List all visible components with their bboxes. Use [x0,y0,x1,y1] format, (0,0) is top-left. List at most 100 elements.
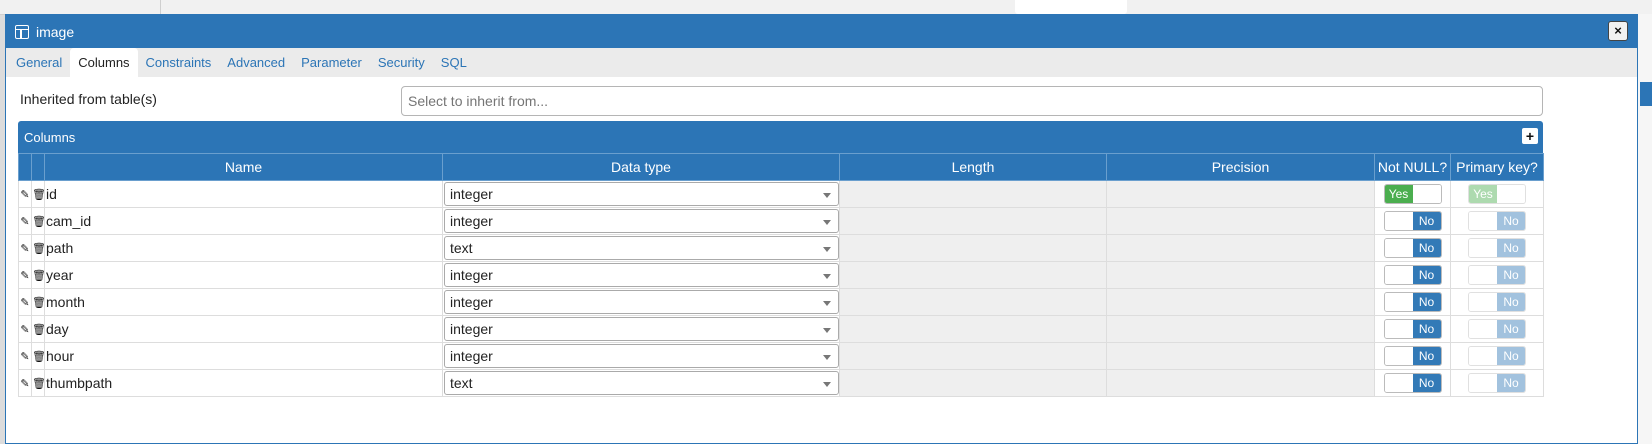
primary-key-toggle[interactable]: No [1468,292,1526,312]
not-null-toggle[interactable]: No [1383,319,1442,339]
length-cell[interactable] [839,207,1107,235]
background-divider [160,0,161,14]
data-type-select[interactable]: text [444,236,839,260]
edit-row-icon[interactable]: ✎ [18,234,32,262]
data-type-select[interactable]: text [444,371,839,395]
inherit-select-input[interactable] [401,86,1543,116]
edit-row-icon[interactable]: ✎ [18,369,32,397]
tab-sql[interactable]: SQL [433,48,475,77]
delete-row-icon[interactable]: 🗑 [31,288,46,316]
length-cell[interactable] [839,234,1107,262]
edit-row-icon[interactable]: ✎ [18,261,32,289]
tab-constraints[interactable]: Constraints [138,48,220,77]
delete-row-icon[interactable]: 🗑 [31,234,46,262]
primary-key-cell: No [1450,207,1544,235]
primary-key-toggle[interactable]: No [1468,211,1526,231]
length-cell[interactable] [839,369,1107,397]
precision-cell[interactable] [1106,180,1375,208]
length-cell[interactable] [839,315,1107,343]
column-name-cell[interactable]: id [44,180,443,208]
data-type-select[interactable]: integer [444,344,839,368]
primary-key-toggle[interactable]: No [1468,265,1526,285]
data-type-value: integer [450,213,493,229]
not-null-toggle[interactable]: No [1383,373,1442,393]
not-null-toggle[interactable]: No [1383,211,1442,231]
column-name-cell[interactable]: cam_id [44,207,443,235]
primary-key-toggle[interactable]: No [1468,319,1526,339]
length-cell[interactable] [839,261,1107,289]
not-null-toggle[interactable]: No [1383,238,1442,258]
edit-row-icon[interactable]: ✎ [18,180,32,208]
column-name-cell[interactable]: path [44,234,443,262]
column-name-cell[interactable]: thumbpath [44,369,443,397]
precision-cell[interactable] [1106,207,1375,235]
column-name-cell[interactable]: year [44,261,443,289]
precision-cell[interactable] [1106,369,1375,397]
precision-cell[interactable] [1106,234,1375,262]
primary-key-toggle[interactable]: No [1468,238,1526,258]
primary-key-cell: No [1450,288,1544,316]
delete-column-header [31,153,45,181]
primary-key-header[interactable]: Primary key? [1450,153,1544,181]
tab-columns[interactable]: Columns [70,48,138,77]
add-column-button[interactable]: + [1522,128,1538,144]
not-null-cell: No [1374,315,1451,343]
name-header[interactable]: Name [44,153,443,181]
data-type-select[interactable]: integer [444,290,839,314]
tab-security[interactable]: Security [370,48,433,77]
column-name-cell[interactable]: day [44,315,443,343]
delete-row-icon[interactable]: 🗑 [31,315,46,343]
primary-key-toggle[interactable]: No [1468,373,1526,393]
length-cell[interactable] [839,288,1107,316]
not-null-cell: No [1374,369,1451,397]
delete-row-icon[interactable]: 🗑 [31,342,46,370]
dialog-titlebar[interactable]: image × [6,15,1637,48]
toggle-no-label: No [1497,239,1525,257]
chevron-down-icon [823,274,831,279]
length-header[interactable]: Length [839,153,1107,181]
not-null-toggle[interactable]: No [1383,265,1442,285]
tab-general[interactable]: General [8,48,70,77]
delete-row-icon[interactable]: 🗑 [31,207,46,235]
primary-key-toggle[interactable]: Yes [1468,184,1526,204]
not-null-toggle[interactable]: No [1383,292,1442,312]
column-name-cell[interactable]: hour [44,342,443,370]
columns-grid: Columns + Name Data type Length Precisio… [18,121,1544,397]
primary-key-toggle[interactable]: No [1468,346,1526,366]
chevron-down-icon [823,328,831,333]
data-type-cell: integer [442,207,840,235]
delete-row-icon[interactable]: 🗑 [31,369,46,397]
data-type-select[interactable]: integer [444,182,839,206]
background-tab [1015,0,1127,14]
column-name-cell[interactable]: month [44,288,443,316]
edit-column-header [18,153,32,181]
primary-key-cell: No [1450,369,1544,397]
edit-row-icon[interactable]: ✎ [18,207,32,235]
toggle-handle [1384,293,1413,311]
length-cell[interactable] [839,180,1107,208]
precision-cell[interactable] [1106,342,1375,370]
tab-advanced[interactable]: Advanced [219,48,293,77]
delete-row-icon[interactable]: 🗑 [31,180,46,208]
precision-header[interactable]: Precision [1106,153,1375,181]
edit-row-icon[interactable]: ✎ [18,288,32,316]
edit-row-icon[interactable]: ✎ [18,315,32,343]
delete-row-icon[interactable]: 🗑 [31,261,46,289]
not-null-toggle[interactable]: No [1383,346,1442,366]
length-cell[interactable] [839,342,1107,370]
tab-parameter[interactable]: Parameter [293,48,370,77]
precision-cell[interactable] [1106,261,1375,289]
data-type-select[interactable]: integer [444,209,839,233]
close-button[interactable]: × [1608,21,1628,41]
table-row: ✎ 🗑 path text No No [18,234,1544,262]
not-null-header[interactable]: Not NULL? [1374,153,1451,181]
data-type-select[interactable]: integer [444,317,839,341]
toggle-no-label: No [1497,320,1525,338]
data-type-select[interactable]: integer [444,263,839,287]
precision-cell[interactable] [1106,315,1375,343]
not-null-toggle[interactable]: Yes [1383,184,1442,204]
edit-row-icon[interactable]: ✎ [18,342,32,370]
data-type-header[interactable]: Data type [442,153,840,181]
toggle-handle [1497,185,1525,203]
precision-cell[interactable] [1106,288,1375,316]
